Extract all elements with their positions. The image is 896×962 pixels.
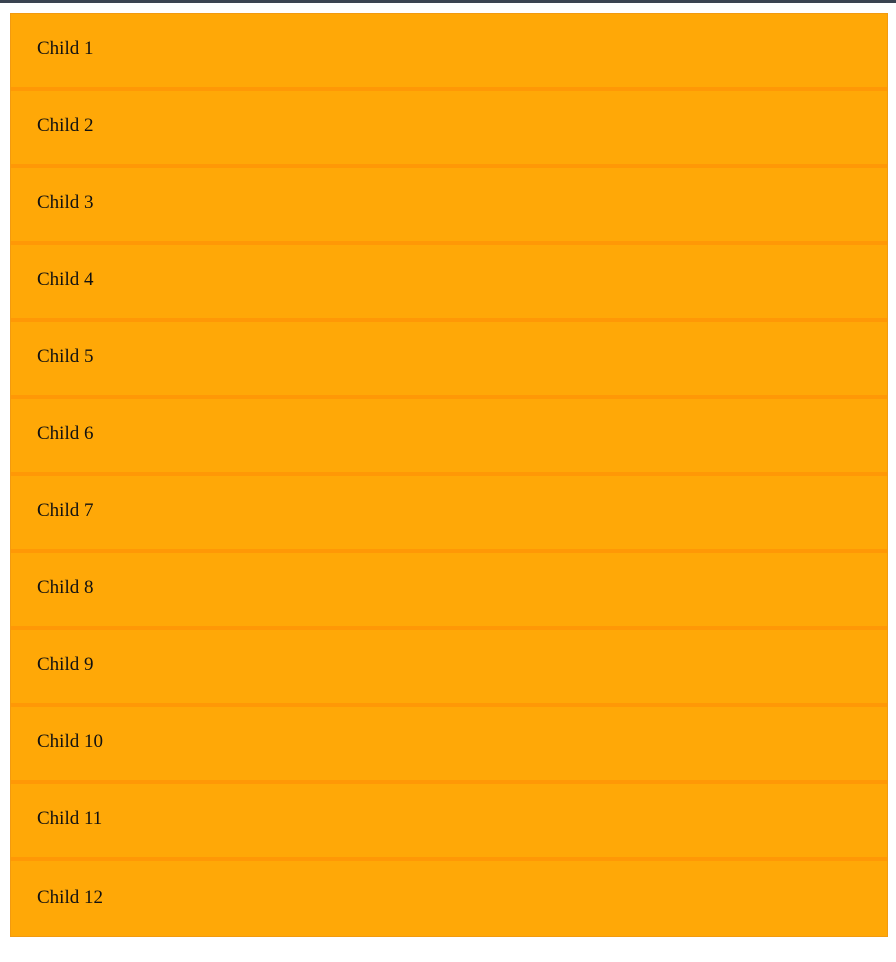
child-label: Child 10	[37, 731, 103, 752]
child-label: Child 3	[37, 192, 94, 213]
child-label: Child 5	[37, 346, 94, 367]
child-item-4: Child 4	[11, 245, 887, 322]
child-item-3: Child 3	[11, 168, 887, 245]
child-item-2: Child 2	[11, 91, 887, 168]
child-item-11: Child 11	[11, 784, 887, 861]
child-item-5: Child 5	[11, 322, 887, 399]
child-item-6: Child 6	[11, 399, 887, 476]
child-label: Child 6	[37, 423, 94, 444]
child-label: Child 4	[37, 269, 94, 290]
child-label: Child 2	[37, 115, 94, 136]
child-item-1: Child 1	[11, 14, 887, 91]
child-label: Child 9	[37, 654, 94, 675]
child-label: Child 11	[37, 808, 103, 829]
child-label: Child 7	[37, 500, 94, 521]
child-label: Child 8	[37, 577, 94, 598]
child-item-12: Child 12	[11, 861, 887, 936]
child-label: Child 1	[37, 38, 94, 59]
child-label: Child 12	[37, 886, 103, 908]
top-bar	[0, 0, 896, 3]
child-item-7: Child 7	[11, 476, 887, 553]
child-item-10: Child 10	[11, 707, 887, 784]
child-item-9: Child 9	[11, 630, 887, 707]
child-item-8: Child 8	[11, 553, 887, 630]
child-list: Child 1 Child 2 Child 3 Child 4 Child 5 …	[10, 13, 888, 937]
